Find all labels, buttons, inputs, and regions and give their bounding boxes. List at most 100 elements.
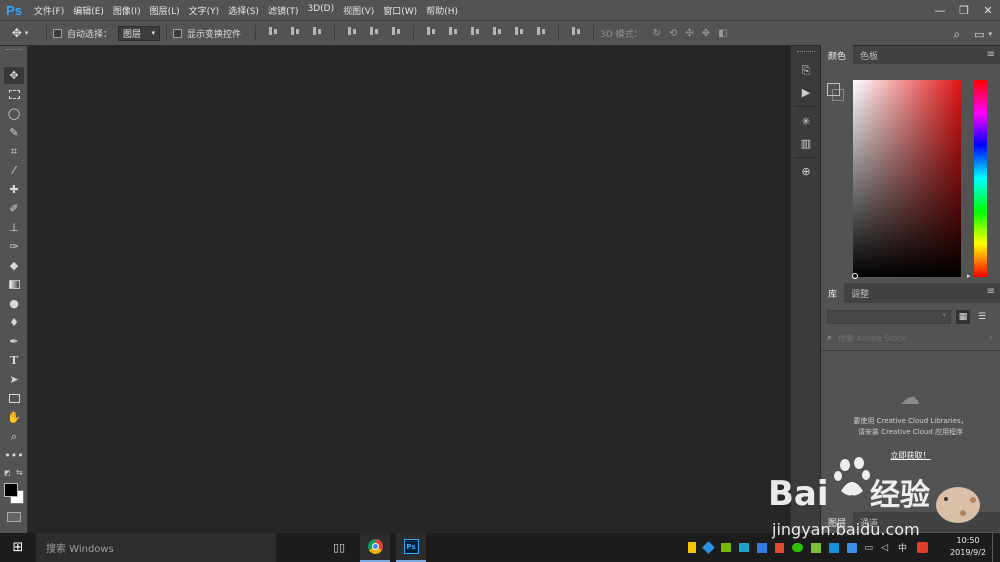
library-toolbar: ▾ ▦ ☰ — [827, 309, 997, 325]
taskbar-search[interactable]: 搜索 Windows — [36, 533, 276, 562]
tray-app-icon[interactable] — [756, 542, 767, 553]
tab-swatches[interactable]: 色板 — [853, 45, 885, 65]
menu-image[interactable]: 图像(I) — [113, 4, 141, 17]
dodge-tool[interactable]: ♦ — [4, 314, 24, 331]
blur-tool[interactable]: ● — [4, 295, 24, 312]
swap-colors-icon[interactable]: ⇆ — [16, 468, 23, 477]
3d-orbit-icon[interactable]: ↻ — [653, 28, 661, 39]
chevron-down-icon[interactable]: ▾ — [988, 30, 992, 38]
default-colors-icon[interactable]: ◩ — [4, 469, 11, 477]
3d-roll-icon[interactable]: ⟲ — [669, 28, 677, 39]
zoom-tool[interactable]: ⌕ — [4, 428, 24, 445]
menu-window[interactable]: 窗口(W) — [383, 4, 417, 17]
align-top-icon[interactable] — [267, 25, 279, 37]
tab-adjustments[interactable]: 调整 — [844, 283, 876, 303]
search-icon[interactable]: ⌕ — [953, 27, 960, 42]
eraser-tool[interactable]: ◆ — [4, 257, 24, 274]
history-brush-tool[interactable]: ✑ — [4, 238, 24, 255]
foreground-color-swatch[interactable] — [4, 483, 18, 497]
grid-view-button[interactable]: ▦ — [956, 310, 970, 324]
tab-color[interactable]: 颜色 — [821, 45, 854, 65]
tab-libraries[interactable]: 库 — [821, 283, 845, 303]
close-button[interactable]: ✕ — [976, 0, 1000, 20]
move-tool-preset[interactable]: ✥ ▾ — [0, 26, 40, 40]
restore-button[interactable]: ❐ — [952, 0, 976, 20]
foreground-color-chip[interactable] — [827, 83, 840, 96]
rectangle-tool[interactable] — [4, 390, 24, 407]
auto-align-icon[interactable] — [570, 25, 582, 37]
panel-grip[interactable] — [6, 49, 22, 55]
start-button[interactable]: ⊞ — [0, 533, 36, 562]
move-tool[interactable]: ✥ — [4, 67, 24, 84]
3d-scale-icon[interactable]: ◧ — [718, 28, 727, 39]
tray-nvidia-icon[interactable] — [720, 543, 731, 552]
type-tool[interactable]: T — [4, 352, 24, 369]
hue-slider[interactable] — [974, 80, 987, 277]
hue-marker-icon[interactable]: ▸ — [967, 272, 971, 280]
pen-tool[interactable]: ✒ — [4, 333, 24, 350]
path-select-tool[interactable]: ➤ — [4, 371, 24, 388]
baidu-jingyan-watermark: Bai 经验 jingyan.baidu.com — [768, 455, 1000, 545]
tray-app-icon[interactable] — [738, 543, 749, 552]
healing-brush-tool[interactable]: ✚ — [4, 181, 24, 198]
history-panel-button[interactable]: ⎘ — [796, 62, 816, 80]
menu-layer[interactable]: 图层(L) — [150, 4, 180, 17]
photoshop-taskbar-button[interactable]: Ps — [396, 533, 426, 562]
tray-network-icon[interactable] — [701, 541, 715, 554]
auto-select-dropdown[interactable]: 图层 ▾ — [118, 25, 161, 41]
3d-pan-icon[interactable]: ✣ — [685, 28, 693, 39]
eyedropper-tool[interactable]: ⁄ — [4, 162, 24, 179]
quick-select-tool[interactable]: ✎ — [4, 124, 24, 141]
align-left-icon[interactable] — [346, 25, 358, 37]
panel-menu-icon[interactable]: ≡ — [987, 286, 995, 297]
chrome-taskbar-button[interactable] — [360, 533, 390, 562]
workspace-icon[interactable]: ▭ — [974, 28, 984, 41]
align-bottom-icon[interactable] — [311, 25, 323, 37]
color-picker-handle[interactable] — [852, 273, 858, 279]
library-select[interactable]: ▾ — [827, 310, 951, 324]
menu-help[interactable]: 帮助(H) — [426, 4, 458, 17]
menu-file[interactable]: 文件(F) — [34, 4, 64, 17]
svg-text:经验: 经验 — [870, 478, 930, 513]
menu-select[interactable]: 选择(S) — [228, 4, 259, 17]
3d-slide-icon[interactable]: ✥ — [702, 28, 710, 39]
panel-grip[interactable] — [797, 51, 815, 52]
brush-tool[interactable]: ✐ — [4, 200, 24, 217]
show-transform-checkbox[interactable] — [173, 28, 183, 38]
brushes-button[interactable]: ▥ — [796, 134, 816, 152]
align-right-icon[interactable] — [390, 25, 402, 37]
distribute-left-icon[interactable] — [491, 25, 503, 37]
distribute-bottom-icon[interactable] — [469, 25, 481, 37]
menu-3d[interactable]: 3D(D) — [307, 4, 334, 17]
crop-tool[interactable]: ⌗ — [4, 143, 24, 160]
align-vertical-center-icon[interactable] — [289, 25, 301, 37]
menu-filter[interactable]: 滤镜(T) — [268, 4, 299, 17]
gradient-tool[interactable] — [4, 276, 24, 293]
edit-toolbar[interactable]: ••• — [4, 447, 24, 464]
clone-stamp-tool[interactable]: ⊥ — [4, 219, 24, 236]
distribute-vcenter-icon[interactable] — [447, 25, 459, 37]
menu-edit[interactable]: 编辑(E) — [73, 4, 104, 17]
list-view-button[interactable]: ☰ — [975, 310, 989, 324]
clone-source-button[interactable]: ⊕ — [796, 162, 816, 180]
distribute-hcenter-icon[interactable] — [513, 25, 525, 37]
distribute-right-icon[interactable] — [535, 25, 547, 37]
distribute-top-icon[interactable] — [425, 25, 437, 37]
task-view-button[interactable]: ▯▯ — [324, 533, 354, 562]
minimize-button[interactable]: — — [928, 0, 952, 20]
color-spectrum-field[interactable] — [853, 80, 961, 277]
menu-type[interactable]: 文字(Y) — [189, 4, 220, 17]
auto-select-checkbox[interactable] — [53, 28, 62, 38]
menu-view[interactable]: 视图(V) — [343, 4, 374, 17]
panel-menu-icon[interactable]: ≡ — [987, 49, 995, 60]
align-horizontal-center-icon[interactable] — [368, 25, 380, 37]
tray-security-icon[interactable] — [687, 542, 696, 553]
actions-panel-button[interactable]: ▶ — [796, 83, 816, 101]
canvas-area[interactable] — [28, 46, 790, 533]
quick-mask-icon[interactable] — [7, 512, 21, 522]
hand-tool[interactable]: ✋ — [4, 409, 24, 426]
lasso-tool[interactable]: ◯ — [4, 105, 24, 122]
stock-search[interactable]: ⌕ 搜索 Adobe Stock ▾ — [827, 332, 997, 344]
marquee-tool[interactable] — [4, 86, 24, 103]
brush-settings-button[interactable]: ✳ — [796, 112, 816, 130]
